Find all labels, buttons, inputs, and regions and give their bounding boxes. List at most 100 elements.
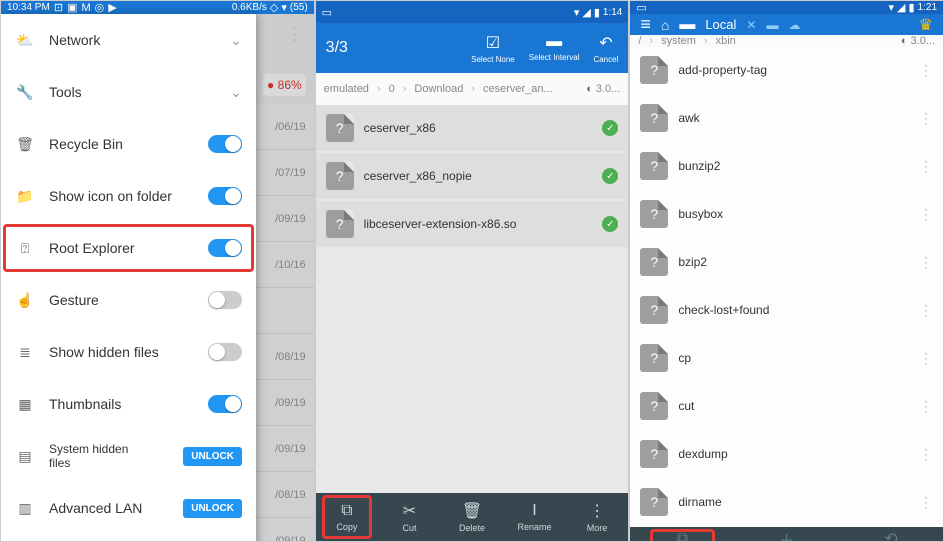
file-icon: ? [640,56,668,84]
more-icon[interactable]: ⋮ [919,398,933,415]
menu-root-explorer[interactable]: ⍰ Root Explorer [1,222,256,274]
unlock-button[interactable]: UNLOCK [183,499,242,518]
storage-size: 3.0... [586,83,620,95]
file-icon: ? [640,440,668,468]
notif-icon: M [81,2,90,14]
crown-icon[interactable]: ♛ [919,15,933,35]
pic-icon: ▭ [636,1,646,14]
cancel-button[interactable]: ↶ Cancel [593,33,618,64]
local-label[interactable]: Local [705,17,736,32]
chevron-icon: › [403,83,407,95]
file-row[interactable]: ? libceserver-extension-x86.so ✓ [316,201,629,247]
file-row[interactable]: ?bzip2⋮ [630,239,943,285]
file-list[interactable]: ?add-property-tag⋮ ?awk⋮ ?bunzip2⋮ ?busy… [630,47,943,527]
more-icon[interactable]: ⋮ [919,62,933,79]
file-row[interactable]: ?check-lost+found⋮ [630,287,943,333]
home-icon[interactable]: ⌂ [661,17,669,33]
delete-icon: 🗑 [462,501,482,521]
toggle-hidden[interactable] [208,343,242,361]
cloud-icon[interactable]: ☁ [788,18,800,32]
sdcard-icon[interactable]: ▬ [679,16,695,34]
highlight-copy [322,495,373,539]
more-icon[interactable]: ⋮ [919,494,933,511]
cut-icon: ✂ [403,501,416,521]
notif-icon: ▣ [67,1,77,14]
file-row[interactable]: ?cp⋮ [630,335,943,381]
menu-show-icon-folder[interactable]: 📁 Show icon on folder [1,170,256,222]
more-icon[interactable]: ⋮ [919,302,933,319]
more-icon[interactable]: ⋮ [919,254,933,271]
file-icon: ? [326,162,354,190]
battery: (55) [290,2,308,13]
more-button[interactable]: ⋮ More [566,493,629,541]
menu-hidden-files[interactable]: ≣ Show hidden files [1,326,256,378]
highlight-root [3,224,254,272]
signal-icon: ◢ [897,1,905,14]
battery-icon: ▮ [908,1,914,14]
unlock-button[interactable]: UNLOCK [183,447,242,466]
hidden-icon: ≣ [15,342,35,362]
menu-tools[interactable]: 🔧 Tools [1,66,256,118]
selection-count: 3/3 [326,39,471,57]
pic-icon: ▭ [322,6,332,19]
file-row[interactable]: ? ceserver_x86_nopie ✓ [316,153,629,199]
hamburger-icon[interactable]: ≡ [640,14,651,35]
delete-button[interactable]: 🗑 Delete [441,493,504,541]
bottom-toolbar: ⧉ Copy ✂ Cut 🗑 Delete I Rename ⋮ More [316,493,629,541]
notif-icon: ◎ [95,1,105,14]
file-icon: ? [640,200,668,228]
file-icon: ? [326,114,354,142]
plus-icon: ＋ [779,527,795,542]
toggle-recycle[interactable] [208,135,242,153]
back-icon: ⟲ [884,529,897,542]
file-row[interactable]: ?awk⋮ [630,95,943,141]
cut-button[interactable]: ✂ Cut [378,493,441,541]
file-row[interactable]: ?busybox⋮ [630,191,943,237]
close-icon[interactable]: ✕ [746,18,756,32]
file-icon: ? [640,344,668,372]
menu-gesture[interactable]: ☝ Gesture [1,274,256,326]
rename-button[interactable]: I Rename [503,493,566,541]
file-row[interactable]: ?cut⋮ [630,383,943,429]
menu-advanced-lan[interactable]: ▥ Advanced LAN UNLOCK [1,482,256,534]
app-header: ≡ ⌂ ▬ Local ✕ ▬ ☁ ♛ [630,14,943,35]
select-none-button[interactable]: ☑ Select None [471,33,515,64]
sysfiles-icon: ▤ [15,446,35,466]
file-row[interactable]: ?dirname⋮ [630,479,943,525]
copy-button[interactable]: ⧉ Copy [316,493,379,541]
file-row[interactable]: ?bunzip2⋮ [630,143,943,189]
menu-network[interactable]: ⛅ Network [1,14,256,66]
more-icon[interactable]: ⋮ [919,158,933,175]
menu-thumbnails[interactable]: ▦ Thumbnails [1,378,256,430]
file-row[interactable]: ?add-property-tag⋮ [630,47,943,93]
more-icon[interactable]: ⋮ [919,110,933,127]
select-interval-button[interactable]: ▬ Select Interval [529,33,580,62]
file-icon: ? [640,248,668,276]
status-time: 10:34 PM [7,2,50,13]
toggle-thumbs[interactable] [208,395,242,413]
paste-button[interactable]: ⧉ Paste [630,527,734,542]
more-icon[interactable]: ⋮ [919,206,933,223]
breadcrumb[interactable]: emulated › 0 › Download › ceserver_an...… [316,73,629,105]
status-bar: 10:34 PM ⊡ ▣ M ◎ ▶ 0.6KB/s ◇ ▾ (55) [1,1,314,14]
file-row[interactable]: ? ceserver_x86 ✓ [316,105,629,151]
menu-system-hidden[interactable]: ▤ System hiddenfiles UNLOCK [1,430,256,482]
new-button[interactable]: ＋ New [735,527,839,542]
gesture-icon: ☝ [15,290,35,310]
back-icon: ↶ [599,33,612,53]
toggle-icon-folder[interactable] [208,187,242,205]
background-list: ⋮ ● 86% /06/19 /07/19 /09/19 /10/16 /08/… [256,14,314,542]
file-icon: ? [640,152,668,180]
wrench-icon: 🔧 [15,82,35,102]
more-icon[interactable]: ⋮ [919,350,933,367]
file-list[interactable]: ? ceserver_x86 ✓ ? ceserver_x86_nopie ✓ … [316,105,629,493]
file-icon: ? [640,488,668,516]
toggle-gesture[interactable] [208,291,242,309]
menu-recycle-bin[interactable]: 🗑 Recycle Bin [1,118,256,170]
file-row[interactable]: ?dexdump⋮ [630,431,943,477]
breadcrumb[interactable]: / › system › xbin 3.0... [630,35,943,47]
tab-icon[interactable]: ▬ [766,18,778,32]
more-icon[interactable]: ⋮ [919,446,933,463]
cancel-button[interactable]: ⟲ Cancel [839,527,943,542]
status-bar: ▭ ▾ ◢ ▮ 1:21 [630,1,943,14]
